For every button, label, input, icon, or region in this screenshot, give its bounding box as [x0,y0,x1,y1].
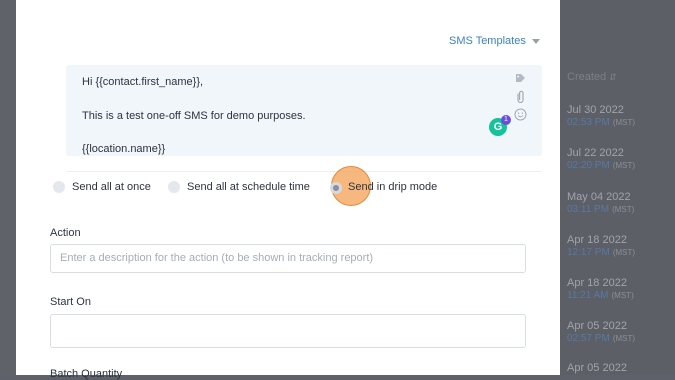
created-date: Apr 05 2022 [567,362,627,374]
created-time: 02:57 PM (MST) [567,333,635,345]
created-date: Apr 18 2022 [567,234,627,246]
created-time-value: 02:57 PM [567,333,610,344]
created-time-value: 11:21 AM [567,290,609,301]
sms-templates-dropdown[interactable]: SMS Templates [449,35,540,47]
created-date: May 04 2022 [567,191,631,203]
message-line: This is a test one-off SMS for demo purp… [82,110,306,122]
created-timezone: (MST) [612,334,636,343]
created-timezone: (MST) [612,248,636,257]
created-time: 02:20 PM (MST) [567,160,635,172]
created-time: 12:17 PM (MST) [567,247,635,259]
emoji-icon[interactable] [514,108,527,121]
grammarly-badge: 1 [501,115,511,125]
created-timezone: (MST) [612,161,636,170]
sort-icon: ⇵ [609,72,617,82]
caret-down-icon [531,38,540,44]
batch-quantity-label: Batch Quantity [50,368,123,380]
radio-label-send-in-drip-mode[interactable]: Send in drip mode [348,181,437,193]
created-timezone: (MST) [612,118,636,127]
created-column-header: Created ⇵ [567,71,617,83]
tag-icon[interactable] [515,73,526,83]
created-date: Jul 30 2022 [567,104,624,116]
created-timezone: (MST) [612,205,635,214]
action-input[interactable]: Enter a description for the action (to b… [50,244,526,273]
created-time: 03:11 PM (MST) [567,204,634,216]
radio-send-all-at-once[interactable] [53,181,65,193]
created-time-value: 12:17 PM [567,247,610,258]
created-time-value: 02:20 PM [567,160,610,171]
created-time-value: 03:11 PM [567,204,610,215]
sms-message-editor[interactable]: Hi {{contact.first_name}}, This is a tes… [66,65,542,156]
bulk-sms-modal: SMS Templates Hi {{contact.first_name}},… [16,0,560,380]
created-cell: May 04 2022 03:11 PM (MST) [567,191,634,216]
backdrop-left [0,0,16,375]
start-on-label: Start On [50,296,91,308]
radio-label-send-at-schedule-time[interactable]: Send all at schedule time [187,181,310,193]
radio-label-send-all-at-once[interactable]: Send all at once [72,181,151,193]
created-time: 02:53 PM (MST) [567,117,635,129]
divider [66,171,542,172]
created-time-value: 02:53 PM [567,117,610,128]
paperclip-icon[interactable] [515,90,526,103]
action-label: Action [50,227,81,239]
sms-templates-label: SMS Templates [449,35,526,47]
created-date: Jul 22 2022 [567,147,624,159]
radio-send-at-schedule-time[interactable] [168,181,180,193]
created-cell: Apr 18 2022 12:17 PM (MST) [567,234,635,259]
start-on-input[interactable] [50,314,526,348]
message-line: Hi {{contact.first_name}}, [82,76,204,88]
background-table-panel [560,0,675,375]
created-cell: Apr 18 2022 11:21 AM (MST) [567,277,634,302]
radio-send-in-drip-mode[interactable] [330,182,342,194]
created-cell: Jul 30 2022 02:53 PM (MST) [567,104,635,129]
message-line: {{location.name}} [82,143,166,155]
created-header-label: Created [567,71,607,83]
created-cell: Apr 05 2022 [567,362,627,375]
created-time: 11:21 AM (MST) [567,290,634,302]
created-date: Apr 18 2022 [567,277,627,289]
created-timezone: (MST) [611,291,634,300]
created-cell: Apr 05 2022 02:57 PM (MST) [567,320,635,345]
created-cell: Jul 22 2022 02:20 PM (MST) [567,147,635,172]
created-date: Apr 05 2022 [567,320,627,332]
